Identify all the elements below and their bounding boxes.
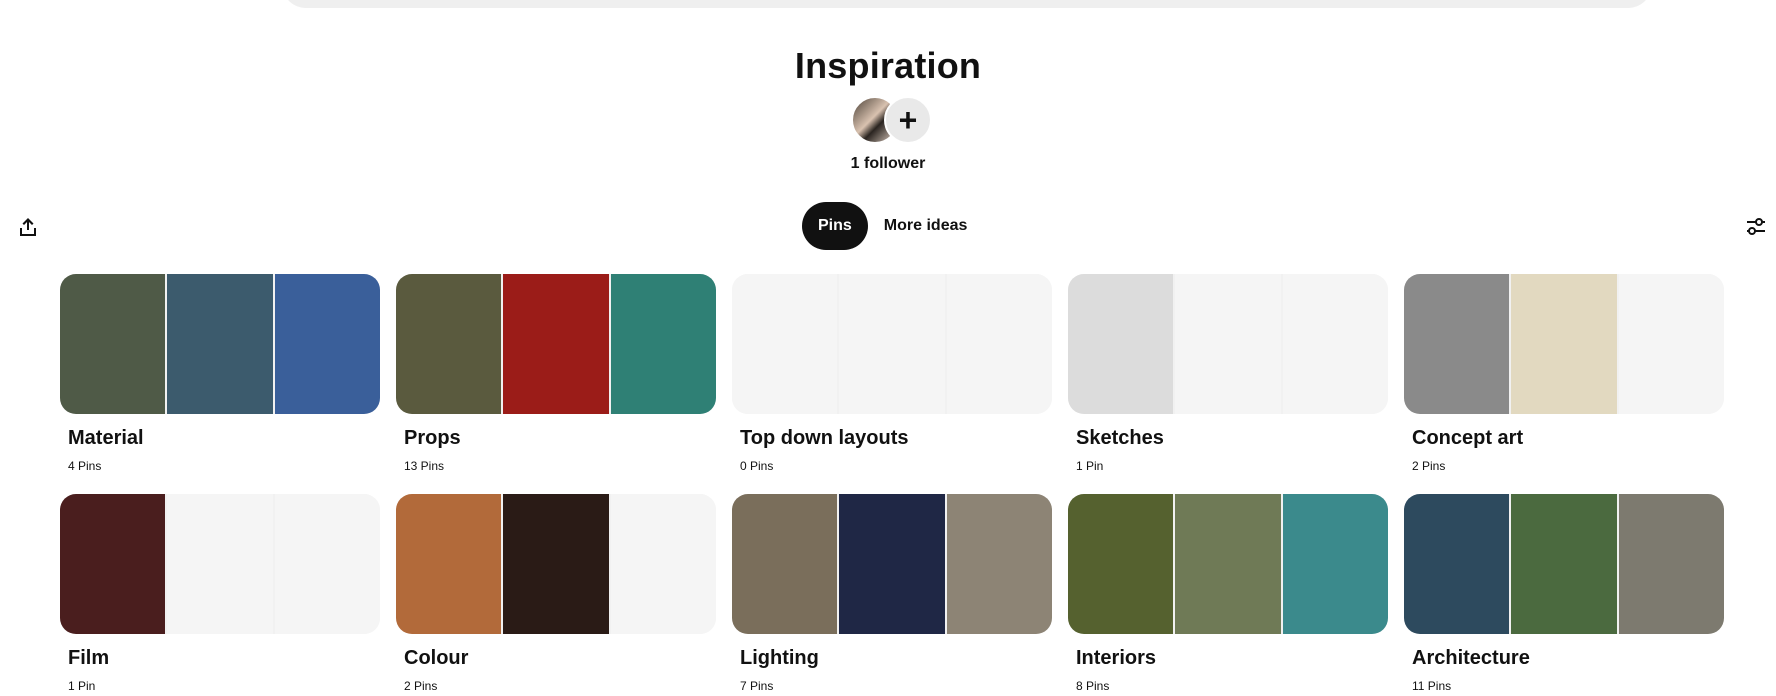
cover-image bbox=[1068, 274, 1174, 414]
section-card[interactable]: Material 4 Pins bbox=[60, 274, 380, 473]
share-button[interactable] bbox=[16, 215, 40, 239]
section-card[interactable]: Top down layouts 0 Pins bbox=[732, 274, 1052, 473]
cover-image bbox=[1511, 274, 1617, 414]
section-name[interactable]: Lighting bbox=[740, 647, 1052, 670]
section-name[interactable]: Material bbox=[68, 427, 380, 450]
section-pin-count: 8 Pins bbox=[1076, 679, 1110, 693]
cover-image bbox=[503, 274, 609, 414]
cover-image bbox=[610, 494, 716, 634]
share-icon bbox=[20, 218, 36, 236]
section-cover[interactable] bbox=[60, 494, 380, 634]
search-bar[interactable] bbox=[282, 0, 1652, 8]
cover-image bbox=[274, 274, 380, 414]
cover-image bbox=[1282, 494, 1388, 634]
tab-pins[interactable]: Pins bbox=[802, 202, 868, 250]
section-card[interactable]: Lighting 7 Pins bbox=[732, 494, 1052, 693]
section-cover[interactable] bbox=[396, 494, 716, 634]
cover-image bbox=[167, 494, 273, 634]
section-card[interactable]: Concept art 2 Pins bbox=[1404, 274, 1724, 473]
section-cover[interactable] bbox=[1404, 274, 1724, 414]
cover-image bbox=[503, 494, 609, 634]
cover-image bbox=[1175, 494, 1281, 634]
board-title: Inspiration bbox=[794, 45, 982, 86]
section-pin-count: 11 Pins bbox=[1412, 679, 1452, 693]
tab-more-ideas[interactable]: More ideas bbox=[868, 202, 984, 250]
section-cover[interactable] bbox=[60, 274, 380, 414]
cover-image bbox=[1175, 274, 1281, 414]
cover-image bbox=[60, 494, 166, 634]
cover-image bbox=[1511, 494, 1617, 634]
cover-image bbox=[732, 274, 838, 414]
section-card[interactable]: Props 13 Pins bbox=[396, 274, 716, 473]
section-cover[interactable] bbox=[732, 274, 1052, 414]
section-card[interactable]: Film 1 Pin bbox=[60, 494, 380, 693]
section-card[interactable]: Sketches 1 Pin bbox=[1068, 274, 1388, 473]
section-name[interactable]: Top down layouts bbox=[740, 427, 1052, 450]
section-cover[interactable] bbox=[1404, 494, 1724, 634]
cover-image bbox=[167, 274, 273, 414]
section-card[interactable]: Interiors 8 Pins bbox=[1068, 494, 1388, 693]
board-tabs: Pins More ideas bbox=[802, 202, 983, 250]
cover-image bbox=[1404, 274, 1510, 414]
section-cover[interactable] bbox=[1068, 274, 1388, 414]
cover-image bbox=[732, 494, 838, 634]
cover-image bbox=[396, 274, 502, 414]
section-pin-count: 2 Pins bbox=[1412, 459, 1446, 473]
cover-image bbox=[839, 274, 945, 414]
section-cover[interactable] bbox=[396, 274, 716, 414]
cover-image bbox=[274, 494, 380, 634]
section-name[interactable]: Sketches bbox=[1076, 427, 1388, 450]
section-name[interactable]: Interiors bbox=[1076, 647, 1388, 670]
section-name[interactable]: Props bbox=[404, 427, 716, 450]
section-name[interactable]: Architecture bbox=[1412, 647, 1724, 670]
cover-image bbox=[1068, 494, 1174, 634]
section-cover[interactable] bbox=[732, 494, 1052, 634]
section-name[interactable]: Film bbox=[68, 647, 380, 670]
section-card[interactable]: Architecture 11 Pins bbox=[1404, 494, 1724, 693]
filter-icon bbox=[1747, 218, 1765, 235]
section-pin-count: 0 Pins bbox=[740, 459, 774, 473]
cover-image bbox=[946, 494, 1052, 634]
filter-button[interactable] bbox=[1744, 215, 1768, 239]
section-name[interactable]: Concept art bbox=[1412, 427, 1724, 450]
section-pin-count: 2 Pins bbox=[404, 679, 438, 693]
cover-image bbox=[610, 274, 716, 414]
cover-image bbox=[60, 274, 166, 414]
cover-image bbox=[1404, 494, 1510, 634]
section-pin-count: 1 Pin bbox=[1076, 459, 1104, 473]
section-card[interactable]: Colour 2 Pins bbox=[396, 494, 716, 693]
section-pin-count: 4 Pins bbox=[68, 459, 102, 473]
cover-image bbox=[1618, 494, 1724, 634]
cover-image bbox=[396, 494, 502, 634]
collaborators: + bbox=[851, 96, 933, 144]
cover-image bbox=[839, 494, 945, 634]
cover-image bbox=[946, 274, 1052, 414]
cover-image bbox=[1618, 274, 1724, 414]
section-pin-count: 1 Pin bbox=[68, 679, 96, 693]
section-pin-count: 7 Pins bbox=[740, 679, 774, 693]
add-collaborator-button[interactable]: + bbox=[884, 96, 932, 144]
cover-image bbox=[1282, 274, 1388, 414]
section-cover[interactable] bbox=[1068, 494, 1388, 634]
section-pin-count: 13 Pins bbox=[404, 459, 445, 473]
section-name[interactable]: Colour bbox=[404, 647, 716, 670]
follower-count[interactable]: 1 follower bbox=[0, 155, 1776, 173]
